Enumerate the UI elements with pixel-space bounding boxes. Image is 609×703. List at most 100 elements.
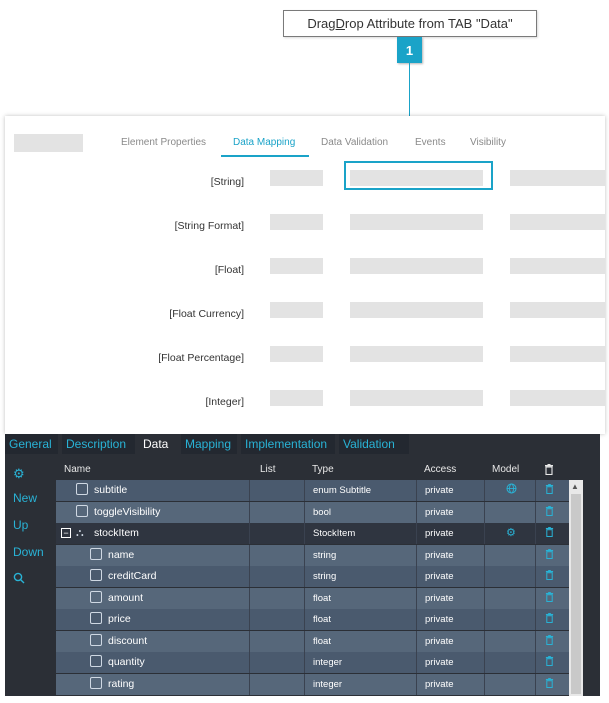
attribute-name: price xyxy=(108,613,131,625)
collapse-toggle[interactable]: − xyxy=(61,528,71,538)
mapping-slot[interactable] xyxy=(510,390,605,406)
delete-icon[interactable] xyxy=(545,480,554,501)
tab-implementation[interactable]: Implementation xyxy=(241,434,335,454)
column-divider xyxy=(304,673,305,695)
cell-access[interactable]: private xyxy=(425,523,454,544)
mapping-slot[interactable] xyxy=(270,170,323,186)
delete-icon[interactable] xyxy=(545,566,554,587)
cell-access[interactable]: private xyxy=(425,609,454,630)
table-row[interactable]: subtitle enum Subtitle private xyxy=(56,480,569,501)
mapping-slot[interactable] xyxy=(350,346,483,362)
table-row[interactable]: discount float private xyxy=(56,630,569,652)
tab-data[interactable]: Data xyxy=(139,434,177,454)
mapping-slot[interactable] xyxy=(270,390,323,406)
column-divider xyxy=(416,609,417,630)
tab-description[interactable]: Description xyxy=(62,434,135,454)
down-button[interactable]: Down xyxy=(13,545,44,559)
table-row[interactable]: name string private xyxy=(56,544,569,566)
cube-icon xyxy=(90,655,102,667)
cell-name: price xyxy=(90,609,131,630)
cell-access[interactable]: private xyxy=(425,674,454,695)
mapping-slot[interactable] xyxy=(350,258,483,274)
table-row[interactable]: creditCard string private xyxy=(56,566,569,587)
mapping-slot[interactable] xyxy=(270,346,323,362)
tab-general[interactable]: General xyxy=(5,434,58,454)
cell-type[interactable]: string xyxy=(313,566,336,587)
cell-access[interactable]: private xyxy=(425,480,454,501)
tab-mapping[interactable]: Mapping xyxy=(181,434,237,454)
cell-access[interactable]: private xyxy=(425,588,454,609)
delete-icon[interactable] xyxy=(544,464,554,478)
mapping-slot[interactable] xyxy=(270,302,323,318)
table-scrollbar[interactable]: ▲ xyxy=(569,480,583,696)
callout-text-post: rop Attribute from TAB "Data" xyxy=(344,16,513,31)
mapping-slot[interactable] xyxy=(510,302,605,318)
table-row[interactable]: price float private xyxy=(56,609,569,630)
table-row[interactable]: quantity integer private xyxy=(56,652,569,673)
table-row[interactable]: amount float private xyxy=(56,587,569,609)
mapping-slot[interactable] xyxy=(350,214,483,230)
delete-icon[interactable] xyxy=(545,631,554,652)
field-label-float-percentage: [Float Percentage] xyxy=(158,352,244,364)
cell-access[interactable]: private xyxy=(425,631,454,652)
scroll-thumb[interactable] xyxy=(571,494,581,694)
mapping-slot[interactable] xyxy=(270,214,323,230)
tab-data-mapping[interactable]: Data Mapping xyxy=(233,137,295,148)
column-divider xyxy=(416,673,417,695)
tab-validation[interactable]: Validation xyxy=(339,434,409,454)
column-header-type[interactable]: Type xyxy=(312,464,334,475)
mapping-slot[interactable] xyxy=(510,258,605,274)
up-button[interactable]: Up xyxy=(13,518,28,532)
column-header-list[interactable]: List xyxy=(260,464,276,475)
cube-icon xyxy=(90,676,102,689)
delete-icon[interactable] xyxy=(545,609,554,630)
mapping-slot[interactable] xyxy=(350,302,483,318)
delete-icon[interactable] xyxy=(545,545,554,566)
attribute-name: discount xyxy=(108,634,148,647)
cell-access[interactable]: private xyxy=(425,545,454,566)
cell-type[interactable]: enum Subtitle xyxy=(313,480,371,501)
cell-access[interactable]: private xyxy=(425,566,454,587)
cell-type[interactable]: float xyxy=(313,609,331,630)
mapping-slot[interactable] xyxy=(510,346,605,362)
column-divider xyxy=(249,673,250,695)
new-button[interactable]: New xyxy=(13,491,37,505)
cube-icon xyxy=(76,483,88,495)
cell-access[interactable]: private xyxy=(425,652,454,673)
search-icon[interactable] xyxy=(13,572,25,587)
cell-type[interactable]: float xyxy=(313,631,331,652)
delete-icon[interactable] xyxy=(545,652,554,673)
table-row[interactable]: − ⛬ stockItem StockItem private ⚙ xyxy=(56,523,569,544)
mapping-slot[interactable] xyxy=(270,258,323,274)
delete-icon[interactable] xyxy=(545,588,554,609)
column-divider xyxy=(484,673,485,695)
cell-type[interactable]: integer xyxy=(313,674,342,695)
table-row[interactable]: toggleVisibility bool private xyxy=(56,501,569,523)
tab-data-validation[interactable]: Data Validation xyxy=(321,137,388,148)
delete-icon[interactable] xyxy=(545,674,554,695)
scroll-up-arrow-icon[interactable]: ▲ xyxy=(571,482,579,491)
mapping-slot[interactable] xyxy=(350,390,483,406)
cell-type[interactable]: float xyxy=(313,588,331,609)
mapping-slot[interactable] xyxy=(510,170,605,186)
cell-type[interactable]: StockItem xyxy=(313,523,355,544)
delete-icon[interactable] xyxy=(545,502,554,523)
globe-icon[interactable] xyxy=(506,480,517,501)
cell-access[interactable]: private xyxy=(425,502,454,523)
column-header-name[interactable]: Name xyxy=(64,464,91,475)
mapping-slot[interactable] xyxy=(510,214,605,230)
tab-element-properties[interactable]: Element Properties xyxy=(121,137,206,148)
gears-icon[interactable]: ⚙ xyxy=(13,466,25,482)
table-row[interactable]: rating integer private xyxy=(56,673,569,695)
cell-type[interactable]: integer xyxy=(313,652,342,673)
cell-type[interactable]: bool xyxy=(313,502,331,523)
gears-icon[interactable]: ⚙ xyxy=(506,523,516,544)
tab-events[interactable]: Events xyxy=(415,137,446,148)
tab-visibility[interactable]: Visibility xyxy=(470,137,506,148)
cell-type[interactable]: string xyxy=(313,545,336,566)
column-header-model[interactable]: Model xyxy=(492,464,519,475)
column-divider xyxy=(304,587,305,609)
column-divider xyxy=(304,480,305,501)
delete-icon[interactable] xyxy=(545,523,554,544)
column-header-access[interactable]: Access xyxy=(424,464,456,475)
